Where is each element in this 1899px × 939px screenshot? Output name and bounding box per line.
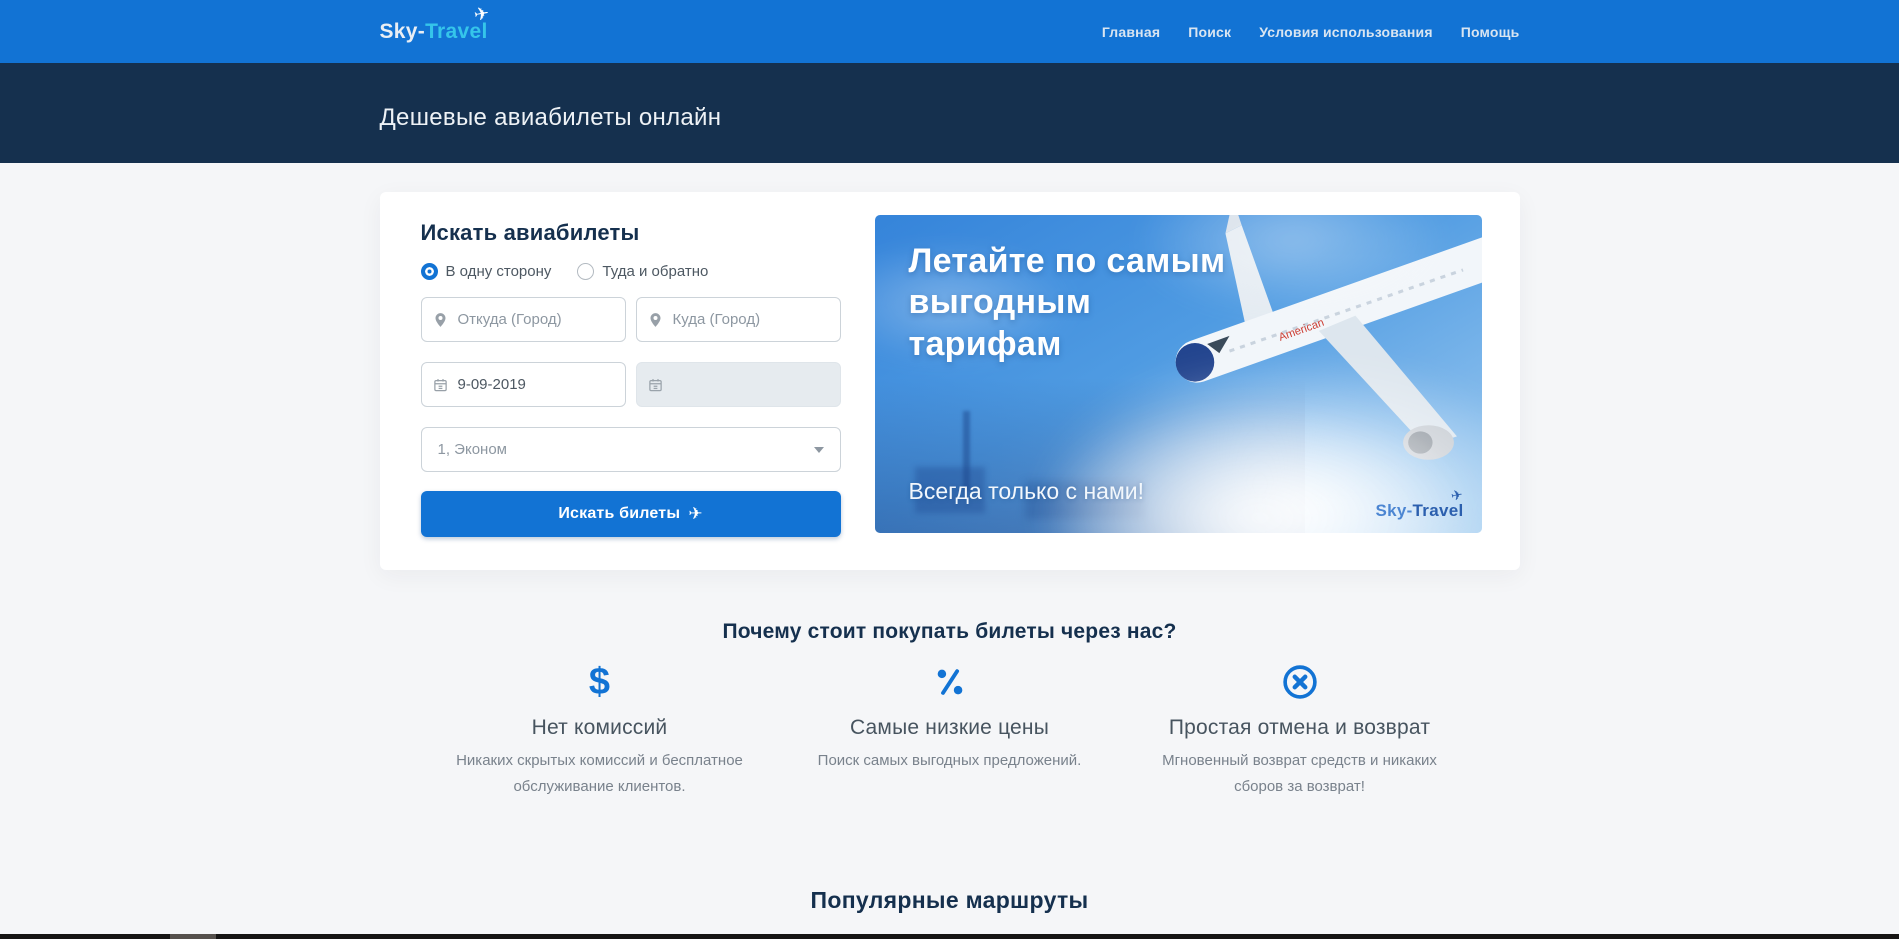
return-date-input — [637, 363, 840, 406]
top-navbar: ✈ Sky-Travel Главная Поиск Условия испол… — [0, 0, 1899, 63]
nav-item-search[interactable]: Поиск — [1188, 24, 1231, 40]
feature-description: Никаких скрытых комиссий и бесплатное об… — [450, 748, 750, 801]
depart-date-input[interactable] — [422, 363, 625, 406]
search-form: Искать авиабилеты В одну сторону Туда и … — [421, 220, 841, 570]
feature-easy-cancel: Простая отмена и возврат Мгновенный возв… — [1125, 660, 1475, 801]
banner-headline: Летайте по самым выгодным тарифам — [909, 241, 1245, 365]
brand-name-prefix: Sky- — [380, 20, 426, 43]
feature-low-prices: Самые низкие цены Поиск самых выгодных п… — [775, 660, 1125, 801]
trip-option-round-trip[interactable]: Туда и обратно — [577, 263, 708, 280]
plane-icon: ✈ — [688, 504, 702, 524]
feature-no-fees: $ Нет комиссий Никаких скрытых комиссий … — [425, 660, 775, 801]
feature-title: Самые низкие цены — [800, 716, 1100, 740]
from-field — [421, 297, 626, 342]
to-field — [636, 297, 841, 342]
passengers-class-select[interactable]: 1, Эконом — [421, 427, 841, 472]
banner-brand-prefix: Sky- — [1375, 501, 1412, 520]
brand-logo[interactable]: ✈ Sky-Travel — [380, 20, 488, 44]
radio-unchecked-icon — [577, 263, 594, 280]
feature-title: Простая отмена и возврат — [1150, 716, 1450, 740]
feature-description: Поиск самых выгодных предложений. — [800, 748, 1100, 774]
search-card: Искать авиабилеты В одну сторону Туда и … — [380, 192, 1520, 570]
chevron-down-icon — [814, 447, 824, 453]
banner-brand-logo: ✈ Sky-Travel — [1375, 501, 1463, 521]
search-heading: Искать авиабилеты — [421, 220, 841, 246]
return-date-field — [636, 362, 841, 407]
trip-option-one-way-label: В одну сторону — [446, 263, 552, 280]
to-city-input[interactable] — [637, 298, 840, 341]
main-nav: Главная Поиск Условия использования Помо… — [1102, 24, 1520, 40]
nav-item-home[interactable]: Главная — [1102, 24, 1160, 40]
features-heading: Почему стоит покупать билеты через нас? — [380, 620, 1520, 644]
from-city-input[interactable] — [422, 298, 625, 341]
scrollbar-thumb[interactable] — [170, 934, 216, 939]
features-section: Почему стоит покупать билеты через нас? … — [380, 620, 1520, 801]
passengers-class-value: 1, Эконом — [438, 441, 507, 458]
radio-checked-icon — [421, 263, 438, 280]
trip-type-group: В одну сторону Туда и обратно — [421, 263, 841, 280]
search-tickets-button-label: Искать билеты — [558, 505, 680, 523]
dollar-icon: $ — [589, 663, 610, 701]
depart-date-field — [421, 362, 626, 407]
page-title: Дешевые авиабилеты онлайн — [380, 104, 1520, 132]
feature-description: Мгновенный возврат средств и никаких сбо… — [1150, 748, 1450, 801]
nav-item-terms[interactable]: Условия использования — [1259, 24, 1433, 40]
search-tickets-button[interactable]: Искать билеты ✈ — [421, 491, 841, 537]
hero-band: Дешевые авиабилеты онлайн — [0, 63, 1899, 163]
plane-icon: ✈ — [472, 2, 491, 25]
trip-option-one-way[interactable]: В одну сторону — [421, 263, 552, 280]
percent-icon — [933, 665, 967, 699]
trip-option-round-trip-label: Туда и обратно — [602, 263, 708, 280]
banner-subline: Всегда только с нами! — [909, 478, 1145, 505]
horizontal-scrollbar[interactable] — [0, 934, 1899, 939]
nav-item-help[interactable]: Помощь — [1461, 24, 1520, 40]
feature-title: Нет комиссий — [450, 716, 750, 740]
popular-routes-heading: Популярные маршруты — [380, 887, 1520, 914]
promo-banner: American Летайте по самым выгодным тариф… — [875, 215, 1482, 533]
cancel-circle-icon — [1281, 663, 1319, 701]
